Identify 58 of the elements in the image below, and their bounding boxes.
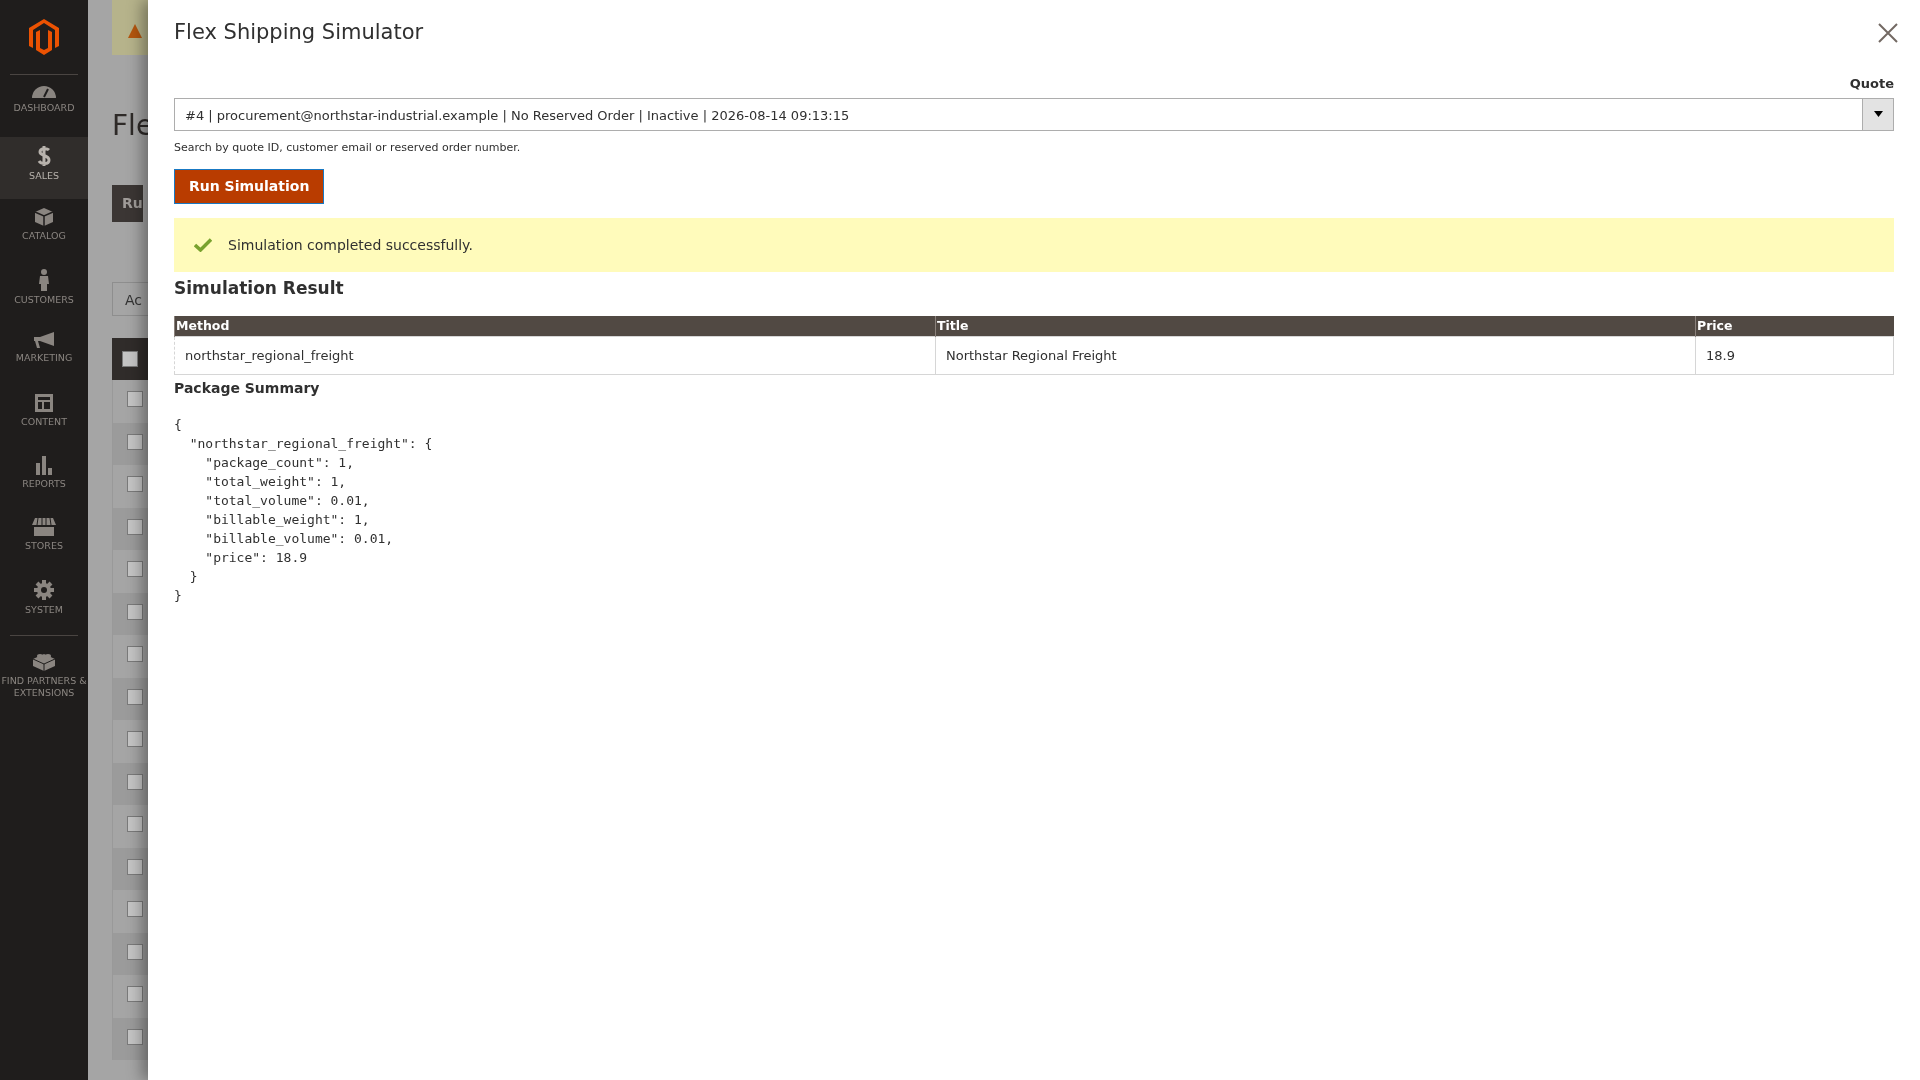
- logo-icon: [29, 19, 59, 55]
- checkbox[interactable]: [127, 773, 143, 790]
- gauge-icon: [31, 83, 57, 99]
- sidebar-item[interactable]: CONTENT: [0, 385, 88, 447]
- field-label: Quote: [1848, 75, 1894, 94]
- box-icon: [34, 207, 54, 227]
- message-text: Simulation completed successfully.: [228, 235, 473, 255]
- table-cell: northstar_regional_freight: [174, 336, 936, 375]
- close-button[interactable]: [1878, 20, 1898, 44]
- close-icon: [1878, 22, 1898, 43]
- checkbox[interactable]: [127, 816, 143, 832]
- checkbox[interactable]: [127, 688, 143, 705]
- checkbox[interactable]: [127, 391, 143, 407]
- action-button[interactable]: Ru: [112, 185, 143, 222]
- person-icon: [38, 269, 50, 291]
- checkbox[interactable]: [127, 476, 143, 492]
- checkbox[interactable]: [127, 603, 143, 620]
- column-header: Method: [174, 315, 936, 337]
- sidebar-item[interactable]: DASHBOARD: [0, 75, 88, 137]
- sidebar-item[interactable]: SYSTEM: [0, 571, 88, 633]
- layout-icon: [34, 393, 54, 413]
- sidebar-item[interactable]: STORES: [0, 509, 88, 571]
- json-output: { "northstar_regional_freight": { "package_count": 1, "total_weight": 1, "total_volume": 0.01, "billable_weight": 1, "billable_volume": 0.01, "price": 18.9 } }: [174, 416, 434, 606]
- checkbox[interactable]: [127, 518, 143, 535]
- megaphone-icon: [32, 331, 56, 349]
- checkbox[interactable]: [127, 646, 143, 662]
- table-cell: 18.9: [1695, 336, 1894, 375]
- run-simulation-button[interactable]: Run Simulation: [174, 169, 325, 205]
- sidebar-item[interactable]: SALES: [0, 137, 88, 199]
- sidebar-item[interactable]: FIND PARTNERS & EXTENSIONS: [0, 642, 88, 704]
- sidebar-item[interactable]: CUSTOMERS: [0, 261, 88, 323]
- column-header: Title: [935, 315, 1696, 337]
- checkbox[interactable]: [127, 986, 143, 1002]
- dollar-icon: [37, 145, 51, 167]
- checkbox[interactable]: [127, 1028, 143, 1045]
- quote-select[interactable]: #4 | procurement@northstar-industrial.example | No Reserved Order | Inactive | 2026-08-14 09:13:15: [174, 97, 1894, 131]
- field-hint: Search by quote ID, customer email or reserved order number.: [174, 139, 522, 156]
- checkbox[interactable]: [127, 731, 143, 747]
- sidebar-item[interactable]: REPORTS: [0, 447, 88, 509]
- bar-chart-icon: [34, 455, 54, 475]
- modal-title: Flex Shipping Simulator: [174, 20, 424, 46]
- column-header: Price: [1695, 315, 1894, 337]
- sidebar-item[interactable]: MARKETING: [0, 323, 88, 385]
- checkbox[interactable]: [127, 901, 143, 917]
- caret-icon: [1873, 111, 1883, 118]
- checkbox[interactable]: [127, 858, 143, 875]
- warning-icon: [128, 23, 142, 38]
- section-heading: Simulation Result: [174, 277, 345, 301]
- checkbox[interactable]: [127, 561, 143, 577]
- check-icon: [194, 238, 212, 253]
- checkbox[interactable]: [127, 943, 143, 960]
- storefront-icon: [32, 517, 56, 537]
- gear-icon: [33, 579, 55, 601]
- checkbox[interactable]: [127, 433, 143, 450]
- section-heading: Package Summary: [174, 379, 321, 399]
- sidebar-item[interactable]: CATALOG: [0, 199, 88, 261]
- checkbox[interactable]: [122, 351, 138, 367]
- table-cell: Northstar Regional Freight: [935, 336, 1696, 375]
